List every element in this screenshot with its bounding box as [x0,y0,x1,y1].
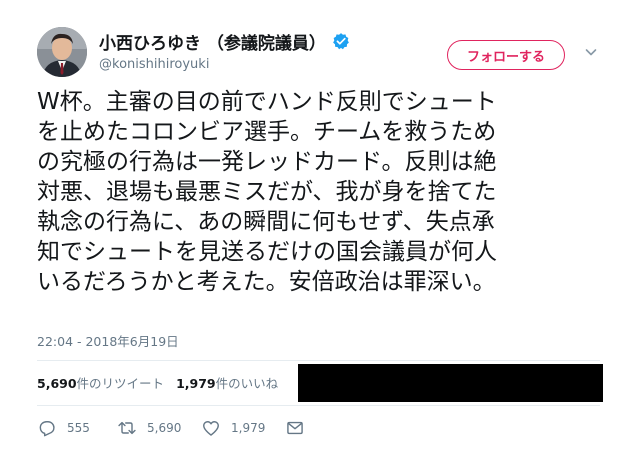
divider [37,405,600,406]
tweet-timestamp[interactable]: 22:04 - 2018年6月19日 [37,331,179,350]
retweet-button[interactable]: 5,690 [117,418,201,438]
tweet-line: 執念の行為に、あの瞬間に何もせず、失点承 [37,209,495,235]
divider [37,360,600,361]
tweet-line: を止めたコロンビア選手。チームを救うため [37,119,497,145]
retweet-icon [118,421,136,435]
like-button[interactable]: 1,979 [201,418,285,438]
verified-badge-icon [332,32,350,50]
tweet-line: の究極の行為は一発レッドカード。反則は絶 [37,149,497,175]
engagement-stats: 5,690件のリツイート 1,979件のいいね [37,373,278,392]
chevron-down-icon[interactable] [584,44,598,58]
reply-icon [39,421,55,437]
tweet-line: いるだろうかと考えた。安倍政治は罪深い。 [37,269,496,295]
like-stat-label: 件のいいね [215,376,279,391]
envelope-icon [287,421,303,435]
retweet-stat-label: 件のリツイート [76,376,165,391]
message-button[interactable] [285,418,305,438]
user-handle[interactable]: @konishihiroyuki [99,57,350,72]
like-stat-count: 1,979 [176,376,216,391]
reply-count: 555 [67,421,90,435]
avatar[interactable] [37,27,87,77]
like-stat[interactable]: 1,979件のいいね [176,376,278,391]
tweet-line: W杯。主審の目の前でハンド反則でシュート [37,89,497,115]
retweet-stat[interactable]: 5,690件のリツイート [37,376,164,391]
tweet-line: 対悪、退場も最悪ミスだが、我が身を捨てた [37,179,497,205]
tweet-line: 知でシュートを見送るだけの国会議員が何人 [37,239,497,265]
display-name[interactable]: 小西ひろゆき （参議院議員） [99,29,326,54]
retweet-count: 5,690 [147,421,182,435]
redaction-bar [298,364,603,402]
tweet-actions: 555 5,690 1,979 [37,418,305,438]
heart-icon [203,421,219,436]
like-count: 1,979 [231,421,266,435]
tweet-text: W杯。主審の目の前でハンド反則でシュート を止めたコロンビア選手。チームを救うた… [37,87,607,297]
reply-button[interactable]: 555 [37,418,117,438]
follow-button[interactable]: フォローする [447,40,565,70]
retweet-stat-count: 5,690 [37,376,77,391]
